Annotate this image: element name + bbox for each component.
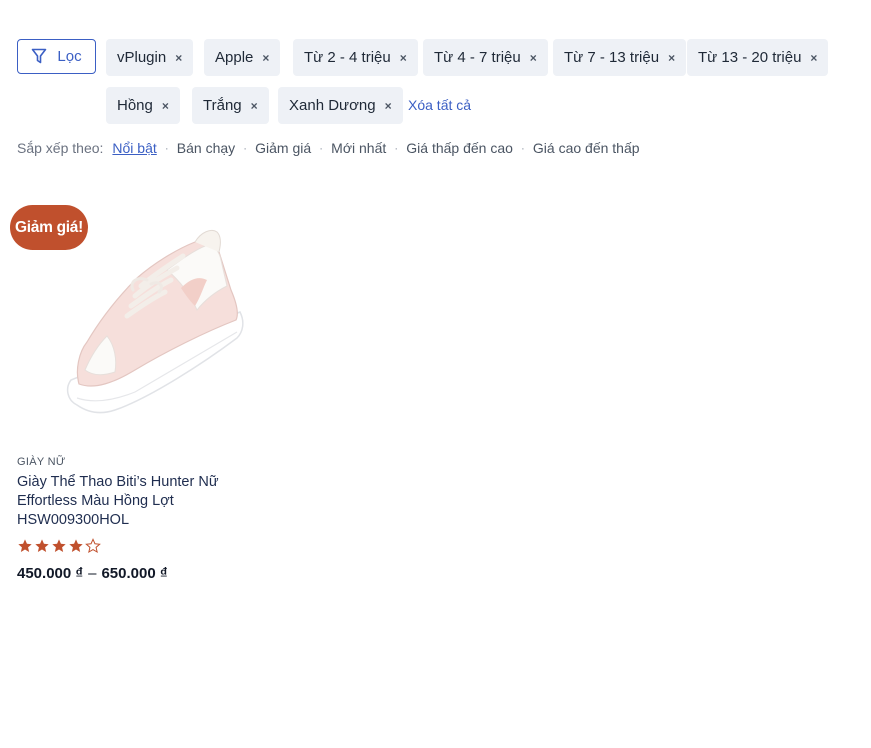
close-icon[interactable]: × — [262, 51, 269, 65]
product-price: 450.000 ₫ –650.000 ₫ — [17, 565, 168, 582]
filter-chip-price-13-20[interactable]: Từ 13 - 20 triệu × — [687, 39, 829, 76]
sort-separator: · — [319, 141, 324, 155]
chip-label: Trắng — [203, 97, 242, 114]
chip-label: Từ 13 - 20 triệu — [698, 49, 802, 66]
chip-label: Apple — [215, 49, 254, 66]
filter-chip-vplugin[interactable]: vPlugin × — [106, 39, 194, 76]
star-filled-icon — [17, 538, 33, 559]
close-icon[interactable]: × — [400, 51, 407, 65]
filter-chip-price-4-7[interactable]: Từ 4 - 7 triệu × — [423, 39, 548, 76]
clear-all-link[interactable]: Xóa tất cả — [408, 97, 471, 113]
price-max: 650.000 ₫ — [101, 565, 168, 582]
filter-chip-white[interactable]: Trắng × — [192, 87, 269, 124]
close-icon[interactable]: × — [175, 51, 182, 65]
chip-label: Từ 7 - 13 triệu — [564, 49, 660, 66]
product-card[interactable]: Giảm giá! GIÀY NỮ Giày Thể Thao Biti’s H… — [0, 195, 250, 595]
sort-separator: · — [164, 141, 169, 155]
filter-chip-price-2-4[interactable]: Từ 2 - 4 triệu × — [293, 39, 418, 76]
sort-option-price-asc[interactable]: Giá thấp đến cao — [406, 140, 513, 156]
product-category[interactable]: GIÀY NỮ — [17, 456, 66, 468]
close-icon[interactable]: × — [162, 99, 169, 113]
close-icon[interactable]: × — [251, 99, 258, 113]
close-icon[interactable]: × — [810, 51, 817, 65]
sort-separator: · — [243, 141, 248, 155]
close-icon[interactable]: × — [668, 51, 675, 65]
product-rating — [17, 538, 101, 559]
price-min: 450.000 ₫ — [17, 565, 84, 582]
filter-chip-blue[interactable]: Xanh Dương × — [278, 87, 403, 124]
star-filled-icon — [51, 538, 67, 559]
close-icon[interactable]: × — [385, 99, 392, 113]
chip-label: Từ 4 - 7 triệu — [434, 49, 521, 66]
sort-separator: · — [394, 141, 399, 155]
funnel-icon — [31, 48, 47, 65]
price-separator: – — [88, 565, 97, 582]
filter-label: Lọc — [57, 48, 82, 65]
sort-option-best-selling[interactable]: Bán chạy — [177, 140, 235, 156]
star-filled-icon — [34, 538, 50, 559]
product-image[interactable] — [55, 220, 245, 420]
sort-separator: · — [520, 141, 525, 155]
filter-chip-pink[interactable]: Hồng × — [106, 87, 180, 124]
sort-option-discount[interactable]: Giảm giá — [255, 140, 311, 156]
filter-chip-price-7-13[interactable]: Từ 7 - 13 triệu × — [553, 39, 687, 76]
chip-label: Xanh Dương — [289, 97, 376, 114]
sort-label: Sắp xếp theo: — [17, 140, 104, 156]
star-filled-icon — [68, 538, 84, 559]
sort-option-newest[interactable]: Mới nhất — [331, 140, 386, 156]
chip-label: vPlugin — [117, 49, 167, 66]
sale-badge: Giảm giá! — [10, 205, 88, 250]
chip-label: Hồng — [117, 97, 153, 114]
sort-bar: Sắp xếp theo: Nổi bật · Bán chạy · Giảm … — [17, 140, 640, 156]
star-empty-icon — [85, 538, 101, 559]
filter-chip-apple[interactable]: Apple × — [204, 39, 281, 76]
sort-option-featured[interactable]: Nổi bật — [112, 140, 156, 156]
filter-button[interactable]: Lọc — [17, 39, 96, 74]
close-icon[interactable]: × — [530, 51, 537, 65]
product-title[interactable]: Giày Thể Thao Biti’s Hunter Nữ Effortles… — [17, 473, 242, 530]
chip-label: Từ 2 - 4 triệu — [304, 49, 391, 66]
sort-option-price-desc[interactable]: Giá cao đến thấp — [533, 140, 640, 156]
